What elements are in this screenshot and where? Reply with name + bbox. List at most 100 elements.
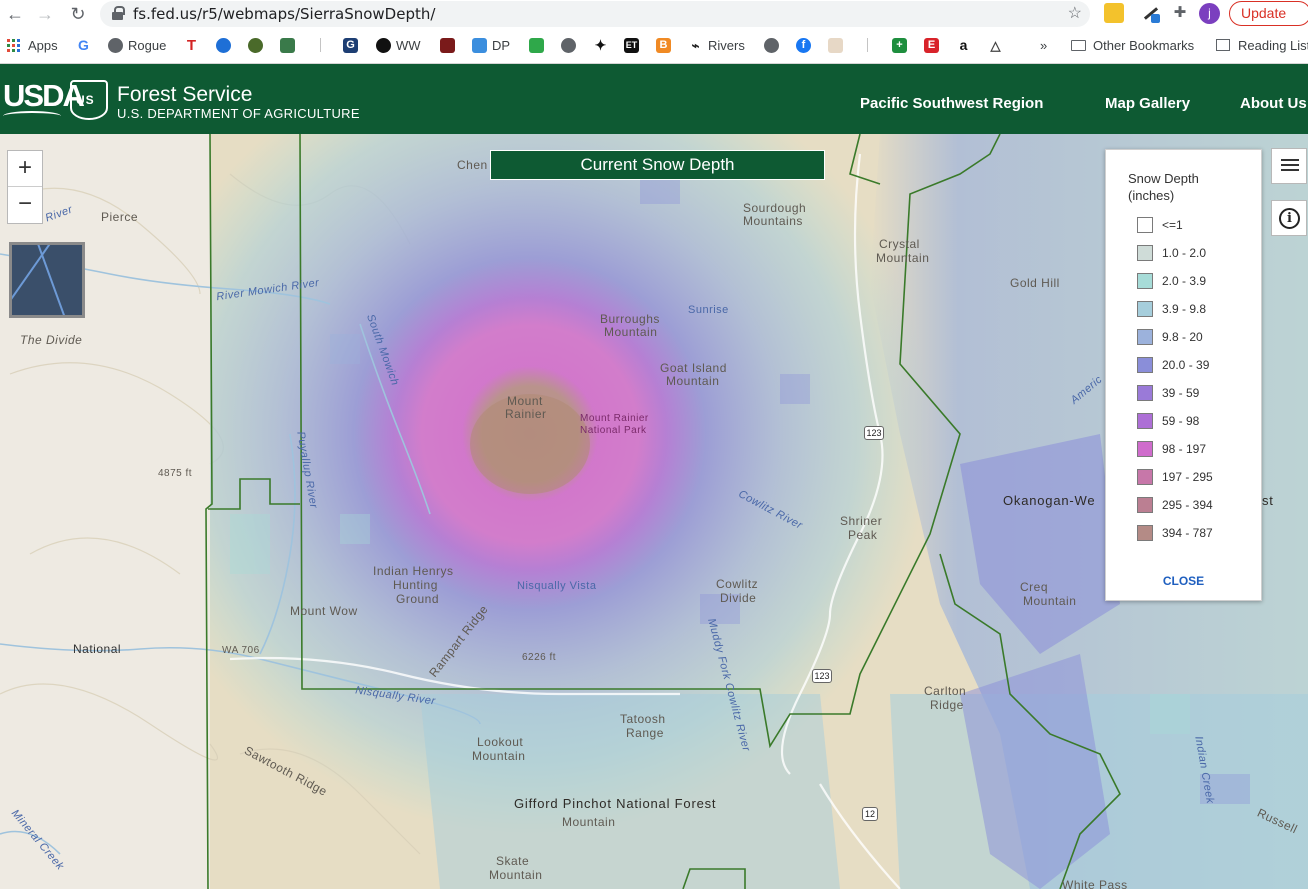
forest-service-shield-icon[interactable]	[70, 80, 108, 120]
bookmark-green-seal[interactable]	[248, 36, 268, 54]
reading-list[interactable]: Reading List	[1216, 36, 1308, 54]
label-hunting: Hunting	[393, 578, 438, 592]
label-okanogan-end: st	[1262, 493, 1274, 508]
bookmark-butterfly[interactable]: ✦	[593, 36, 613, 54]
label-mount-rainier-2: Rainier	[505, 407, 547, 421]
legend-item: 295 - 394	[1137, 497, 1213, 513]
bookmark-warning[interactable]: △	[988, 36, 1008, 54]
url-text[interactable]: fs.fed.us/r5/webmaps/SierraSnowDepth/	[133, 5, 435, 23]
bookmark-facebook[interactable]: f	[796, 36, 816, 54]
update-button[interactable]: Update	[1229, 1, 1308, 26]
legend-label: 2.0 - 3.9	[1162, 274, 1207, 288]
folder-icon	[1071, 39, 1086, 51]
legend-swatch	[1137, 441, 1153, 457]
other-bookmarks[interactable]: Other Bookmarks	[1071, 36, 1194, 54]
reading-list-label: Reading List	[1238, 37, 1308, 53]
label-skate: Skate	[496, 854, 530, 868]
route-123-shield: 123	[864, 426, 884, 440]
bookmark-et[interactable]: ET	[624, 36, 644, 54]
extension-notes-icon[interactable]	[1104, 3, 1124, 23]
forward-icon[interactable]: →	[33, 2, 57, 26]
bookmarks-more[interactable]: »	[1040, 36, 1047, 54]
bookmark-ww[interactable]: WW	[376, 36, 421, 54]
legend-toggle-button[interactable]	[1271, 148, 1307, 184]
label-mount-rainier: Mount	[507, 394, 543, 408]
label-ground: Ground	[396, 592, 440, 606]
profile-avatar[interactable]: j	[1199, 3, 1220, 24]
label-mount-wow: Mount Wow	[290, 604, 358, 618]
legend-item: 2.0 - 3.9	[1137, 273, 1206, 289]
label-okanogan: Okanogan-We	[1003, 493, 1096, 508]
bookmark-apps[interactable]: Apps	[7, 36, 58, 54]
label-burroughs: Burroughs	[600, 312, 660, 326]
bookmark-t[interactable]: T	[184, 36, 204, 54]
label-nisqually-vista: Nisqually Vista	[517, 580, 597, 592]
label-tatoosh: Tatoosh	[620, 712, 666, 726]
chart-icon	[216, 37, 231, 53]
legend-item: <=1	[1137, 217, 1183, 233]
legend-item: 98 - 197	[1137, 441, 1206, 457]
ww-icon	[376, 37, 391, 53]
map-view[interactable]: Pierce The Divide River Mowich River Sou…	[0, 134, 1308, 889]
extensions-puzzle-icon[interactable]: ✚	[1170, 3, 1190, 23]
legend-label: 394 - 787	[1162, 526, 1213, 540]
bookmark-globe2[interactable]	[764, 36, 784, 54]
bookmark-shield[interactable]	[280, 36, 300, 54]
bookmark-b[interactable]: B	[656, 36, 676, 54]
bookmark-star-icon[interactable]: ☆	[1068, 3, 1082, 23]
label-sourdough: Sourdough	[743, 201, 807, 215]
zoom-in-button[interactable]: +	[8, 151, 42, 187]
bookmark-chart[interactable]	[216, 36, 236, 54]
legend-swatch	[1137, 217, 1153, 233]
legend-label: 59 - 98	[1162, 414, 1200, 428]
label-crystal-2: Mountain	[876, 251, 930, 265]
bookmark-house[interactable]	[828, 36, 848, 54]
label-white-pass: White Pass	[1062, 878, 1128, 889]
nav-about-us[interactable]: About Us	[1240, 95, 1307, 112]
info-icon: i	[1279, 208, 1300, 229]
bookmark-globe[interactable]	[561, 36, 581, 54]
legend-swatch	[1137, 245, 1153, 261]
legend-swatch	[1137, 357, 1153, 373]
bookmark-g[interactable]: G	[343, 36, 363, 54]
legend-item: 20.0 - 39	[1137, 357, 1209, 373]
route-12-shield: 12	[862, 807, 878, 821]
label-sunrise: Sunrise	[688, 304, 729, 316]
bookmark-rivers[interactable]: ⌁ Rivers	[688, 36, 745, 54]
legend-swatch	[1137, 329, 1153, 345]
address-bar[interactable]: fs.fed.us/r5/webmaps/SierraSnowDepth/ ☆	[100, 1, 1090, 27]
bookmark-google[interactable]: G	[76, 36, 96, 54]
bookmark-label: Rogue	[128, 37, 167, 53]
extension-eyedropper-icon[interactable]	[1141, 3, 1161, 23]
bookmark-amazon[interactable]: a	[956, 36, 976, 54]
bookmark-plus[interactable]: +	[892, 36, 912, 54]
bookmark-label: Rivers	[708, 37, 745, 53]
legend-close-button[interactable]: CLOSE	[1106, 574, 1261, 588]
bookmarks-bar: Apps G Rogue T G WW DP ✦ ET B ⌁ Rivers f…	[0, 30, 1308, 60]
label-carlton: Carlton	[924, 684, 967, 698]
legend-swatch	[1137, 385, 1153, 401]
legend-label: 295 - 394	[1162, 498, 1213, 512]
back-icon[interactable]: ←	[3, 2, 27, 26]
bookmark-red[interactable]	[440, 36, 460, 54]
bookmark-rogue[interactable]: Rogue	[108, 36, 166, 54]
legend-item: 197 - 295	[1137, 469, 1213, 485]
label-creq-2: Mountain	[1023, 594, 1077, 608]
label-mrnp: Mount Rainier	[580, 413, 649, 424]
nav-pacific-southwest-region[interactable]: Pacific Southwest Region	[860, 95, 1043, 112]
bookmark-green[interactable]	[529, 36, 549, 54]
nav-map-gallery[interactable]: Map Gallery	[1105, 95, 1190, 112]
reload-icon[interactable]: ↻	[66, 2, 90, 26]
site-title[interactable]: Forest Service	[117, 83, 252, 107]
browser-chrome: ← → ↻ fs.fed.us/r5/webmaps/SierraSnowDep…	[0, 0, 1308, 64]
basemap-toggle-button[interactable]	[9, 242, 85, 318]
bookmark-separator	[320, 38, 321, 52]
label-the-divide: The Divide	[20, 333, 83, 347]
bookmark-dp[interactable]: DP	[472, 36, 510, 54]
site-subtitle: U.S. DEPARTMENT OF AGRICULTURE	[117, 106, 360, 121]
zoom-out-button[interactable]: −	[8, 187, 42, 223]
label-cheney: Chen	[457, 158, 488, 172]
bookmark-e[interactable]: E	[924, 36, 944, 54]
info-button[interactable]: i	[1271, 200, 1307, 236]
label-goat-island-2: Mountain	[666, 374, 720, 388]
